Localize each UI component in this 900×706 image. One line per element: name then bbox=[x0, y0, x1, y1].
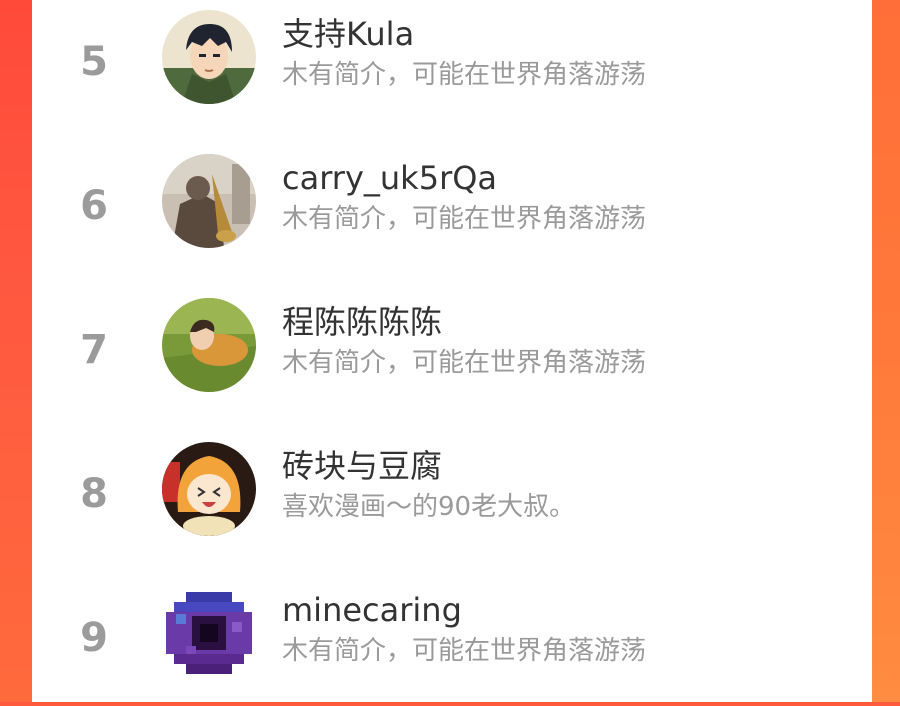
user-name[interactable]: 程陈陈陈陈 bbox=[282, 304, 442, 340]
right-background-edge bbox=[872, 0, 900, 702]
ranking-list: 5 支持Kula 木有简介，可能在世界角落游荡 6 carry_uk5rQa 木… bbox=[32, 0, 872, 702]
user-name[interactable]: carry_uk5rQa bbox=[282, 160, 497, 196]
anime-man-avatar[interactable] bbox=[162, 10, 256, 104]
pixel-ender-pearl-avatar[interactable] bbox=[162, 586, 256, 680]
user-bio: 木有简介，可能在世界角落游荡 bbox=[282, 348, 647, 378]
user-name[interactable]: minecaring bbox=[282, 592, 462, 628]
rank-number: 8 bbox=[80, 471, 108, 517]
anime-girl-avatar[interactable] bbox=[162, 442, 256, 536]
saxophone-photo-avatar[interactable] bbox=[162, 154, 256, 248]
list-item[interactable]: 8 砖块与豆腐 喜欢漫画～的90老大叔。 bbox=[32, 432, 872, 562]
rank-number: 6 bbox=[80, 183, 108, 229]
list-item[interactable]: 7 程陈陈陈陈 木有简介，可能在世界角落游荡 bbox=[32, 288, 872, 418]
rank-number: 5 bbox=[80, 39, 108, 85]
user-bio: 木有简介，可能在世界角落游荡 bbox=[282, 60, 647, 90]
user-name[interactable]: 砖块与豆腐 bbox=[282, 448, 442, 484]
user-bio: 木有简介，可能在世界角落游荡 bbox=[282, 636, 647, 666]
list-item[interactable]: 6 carry_uk5rQa 木有简介，可能在世界角落游荡 bbox=[32, 144, 872, 274]
left-background-edge bbox=[0, 0, 32, 702]
user-bio: 喜欢漫画～的90老大叔。 bbox=[282, 492, 576, 522]
list-item[interactable]: 9 minecaring 木有简介，可能在世界角落游荡 bbox=[32, 576, 872, 706]
list-item[interactable]: 5 支持Kula 木有简介，可能在世界角落游荡 bbox=[32, 0, 872, 130]
user-bio: 木有简介，可能在世界角落游荡 bbox=[282, 204, 647, 234]
user-name[interactable]: 支持Kula bbox=[282, 16, 414, 52]
person-on-grass-avatar[interactable] bbox=[162, 298, 256, 392]
rank-number: 7 bbox=[80, 327, 108, 373]
rank-number: 9 bbox=[80, 615, 108, 661]
